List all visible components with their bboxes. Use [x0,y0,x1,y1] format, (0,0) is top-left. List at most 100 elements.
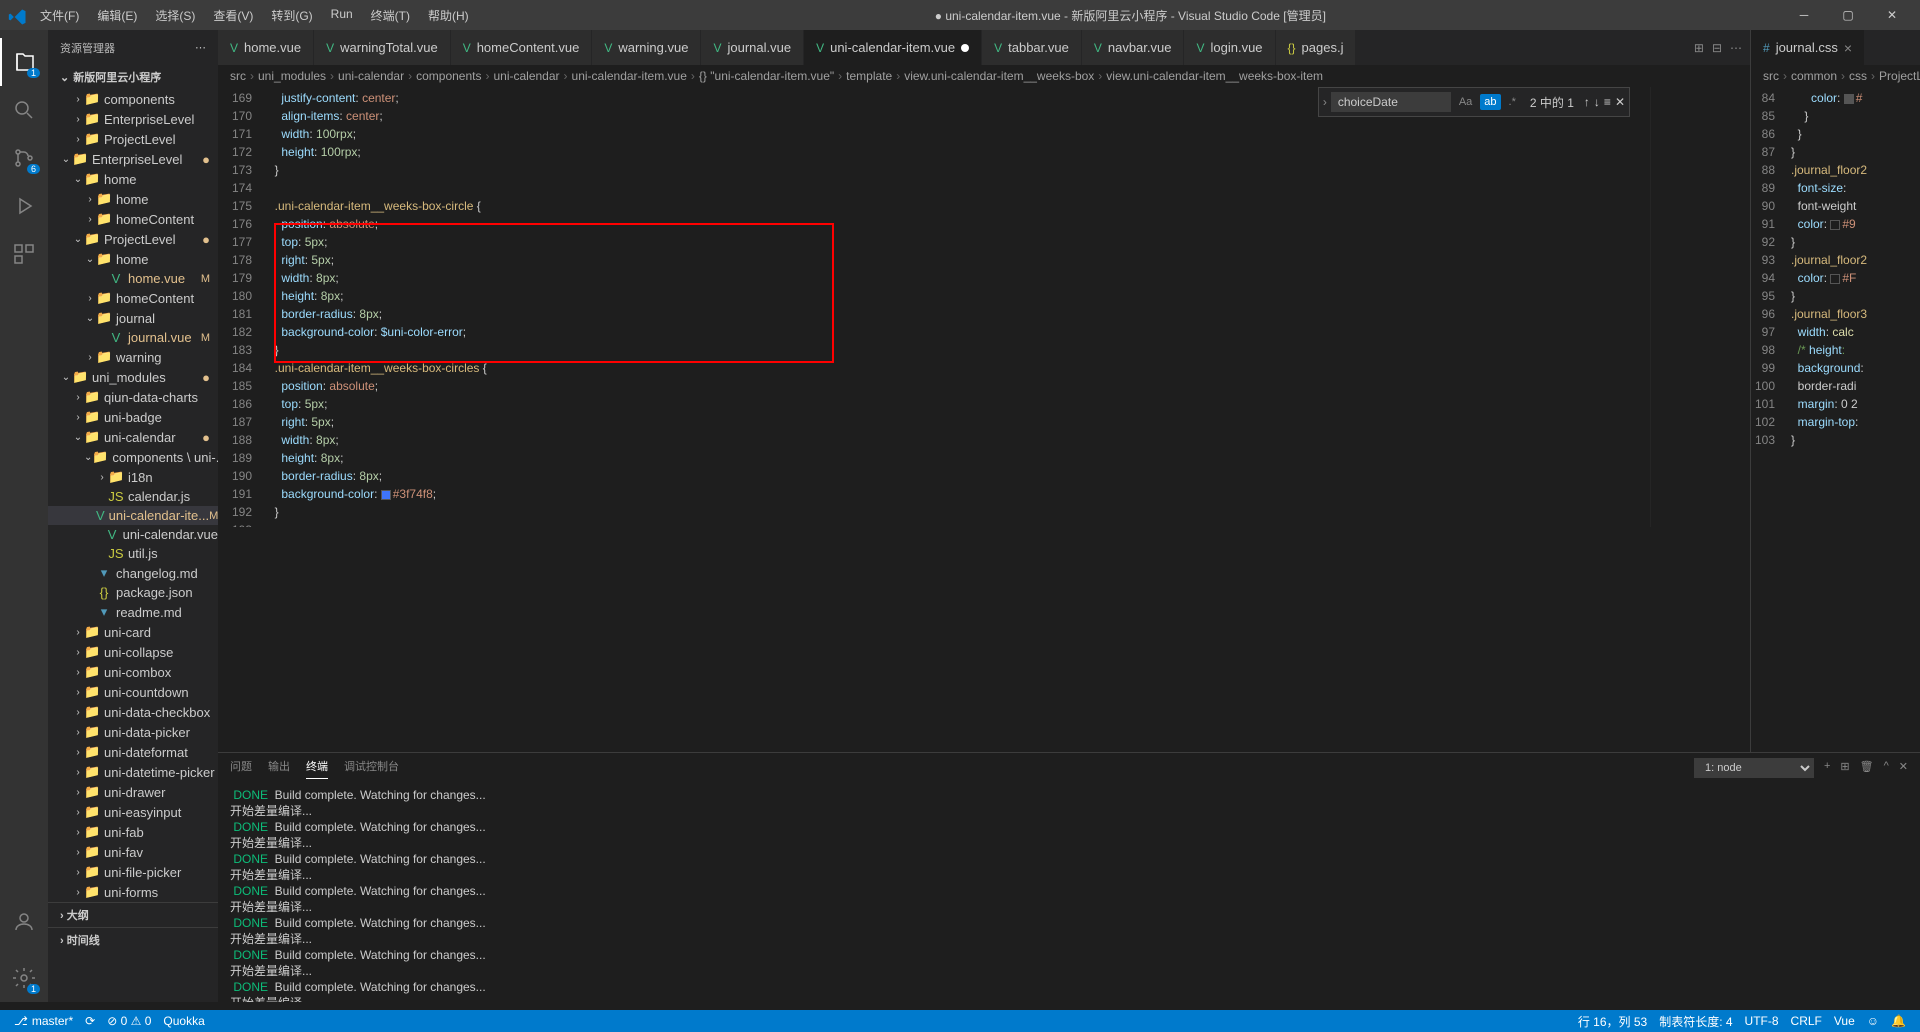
tree-folder[interactable]: ›📁uni-dateformat [48,742,218,762]
new-terminal-icon[interactable]: + [1824,760,1830,776]
tree-file[interactable]: {}package.json [48,583,218,602]
panel-tab-output[interactable]: 输出 [268,758,290,778]
tab[interactable]: #journal.css× [1751,30,1865,65]
tree-folder[interactable]: ›📁uni-card [48,622,218,642]
breadcrumb-item[interactable]: {} "uni-calendar-item.vue" [699,69,834,83]
tree-folder[interactable]: ›📁uni-countdown [48,682,218,702]
tree-folder[interactable]: ›📁ProjectLevel [48,129,218,149]
eol[interactable]: CRLF [1785,1013,1828,1030]
tree-folder[interactable]: ›📁uni-file-picker [48,862,218,882]
tree-folder[interactable]: ⌄📁EnterpriseLevel● [48,149,218,169]
tab[interactable]: Vuni-calendar-item.vue [804,30,982,65]
sync-status[interactable]: ⟳ [79,1014,101,1028]
tab[interactable]: Vhome.vue [218,30,314,65]
split-terminal-icon[interactable]: ⊞ [1840,760,1849,777]
find-expand-icon[interactable]: › [1323,95,1327,109]
tree-folder[interactable]: ›📁uni-combox [48,662,218,682]
tree-file[interactable]: ▾readme.md [48,602,218,622]
tab[interactable]: Vnavbar.vue [1082,30,1185,65]
breadcrumb-item[interactable]: view.uni-calendar-item__weeks-box [904,69,1094,83]
panel-tab-terminal[interactable]: 终端 [306,758,328,779]
tree-folder[interactable]: ›📁uni-drawer [48,782,218,802]
tree-file[interactable]: Vhome.vueM [48,269,218,288]
breadcrumb-item[interactable]: view.uni-calendar-item__weeks-box-item [1106,69,1323,83]
tab[interactable]: Vtabbar.vue [982,30,1082,65]
feedback-icon[interactable]: ☺ [1861,1013,1885,1030]
tree-folder[interactable]: ›📁components [48,89,218,109]
next-match-icon[interactable]: ↓ [1594,95,1600,109]
close-button[interactable]: ✕ [1872,8,1912,22]
maximize-panel-icon[interactable]: ^ [1884,760,1889,776]
tab[interactable]: Vwarning.vue [592,30,701,65]
extensions-icon[interactable] [0,230,48,278]
tree-folder[interactable]: ›📁uni-collapse [48,642,218,662]
tree-folder[interactable]: ›📁uni-badge [48,407,218,427]
compare-icon[interactable]: ⊞ [1694,41,1704,55]
tree-folder[interactable]: ⌄📁uni-calendar● [48,427,218,447]
tree-folder[interactable]: ›📁EnterpriseLevel [48,109,218,129]
tab[interactable]: Vlogin.vue [1184,30,1275,65]
tree-file[interactable]: Vuni-calendar-ite...M [48,506,218,525]
tree-folder[interactable]: ⌄📁uni_modules● [48,367,218,387]
breadcrumb-item[interactable]: components [416,69,481,83]
tree-folder[interactable]: ›📁home [48,189,218,209]
menu-item[interactable]: 文件(F) [32,3,87,28]
find-input[interactable] [1331,92,1451,112]
regex-button[interactable]: .* [1505,94,1520,110]
tree-file[interactable]: JSutil.js [48,544,218,563]
menu-item[interactable]: 转到(G) [263,3,320,28]
close-panel-icon[interactable]: ✕ [1899,760,1908,777]
split-icon[interactable]: ⊟ [1712,41,1722,55]
tree-folder[interactable]: ›📁uni-fav [48,842,218,862]
tree-folder[interactable]: ⌄📁home [48,169,218,189]
explorer-icon[interactable]: 1 [0,38,48,86]
minimap[interactable] [1650,87,1750,527]
terminal-content[interactable]: DONE Build complete. Watching for change… [218,783,1920,1002]
maximize-button[interactable]: ▢ [1828,8,1868,22]
tree-folder[interactable]: ›📁uni-forms [48,882,218,902]
menu-item[interactable]: 编辑(E) [89,3,145,28]
code-area-main[interactable]: › Aa ab .* 2 中的 1 ↑ ↓ ≡ ✕ 16917017117217… [218,87,1750,527]
menu-item[interactable]: 终端(T) [363,3,418,28]
source-control-icon[interactable]: 6 [0,134,48,182]
tree-folder[interactable]: ›📁homeContent [48,288,218,308]
tree-folder[interactable]: ›📁homeContent [48,209,218,229]
tree-folder[interactable]: ›📁uni-fab [48,822,218,842]
breadcrumb-item[interactable]: uni-calendar [338,69,404,83]
tree-folder[interactable]: ⌄📁ProjectLevel● [48,229,218,249]
find-close-icon[interactable]: ✕ [1615,95,1625,109]
tree-folder[interactable]: ⌄📁components \ uni-...● [48,447,218,467]
tree-folder[interactable]: ›📁uni-datetime-picker [48,762,218,782]
breadcrumb-item[interactable]: uni_modules [258,69,326,83]
tab[interactable]: {}pages.j [1276,30,1357,65]
find-selection-icon[interactable]: ≡ [1604,95,1611,109]
project-header[interactable]: ⌄ 新版阿里云小程序 [48,65,218,89]
menu-item[interactable]: 选择(S) [147,3,203,28]
menu-item[interactable]: 查看(V) [205,3,261,28]
more-icon[interactable]: ⋯ [1730,41,1742,55]
terminal-select[interactable]: 1: node [1694,758,1814,778]
breadcrumb-item[interactable]: ProjectLeve [1879,69,1920,83]
encoding[interactable]: UTF-8 [1739,1013,1785,1030]
tree-folder[interactable]: ›📁uni-data-checkbox [48,702,218,722]
outline-section[interactable]: › 大纲 [48,902,218,927]
timeline-section[interactable]: › 时间线 [48,927,218,952]
code[interactable]: justify-content: center; align-items: ce… [268,87,1650,527]
tree-folder[interactable]: ›📁uni-data-picker [48,722,218,742]
kill-terminal-icon[interactable]: 🗑 [1860,760,1874,777]
settings-icon[interactable]: 1 [0,954,48,1002]
account-icon[interactable] [0,898,48,946]
tree-folder[interactable]: ›📁qiun-data-charts [48,387,218,407]
breadcrumb-item[interactable]: common [1791,69,1837,83]
breadcrumb-item[interactable]: css [1849,69,1867,83]
tab[interactable]: VwarningTotal.vue [314,30,451,65]
menu-item[interactable]: 帮助(H) [420,3,477,28]
whole-word-button[interactable]: ab [1480,94,1500,110]
tree-folder[interactable]: ›📁warning [48,347,218,367]
tree-folder[interactable]: ⌄📁journal [48,308,218,328]
tree-file[interactable]: ▾changelog.md [48,563,218,583]
minimize-button[interactable]: ─ [1784,8,1824,22]
language-mode[interactable]: Vue [1828,1013,1861,1030]
tree-file[interactable]: Vuni-calendar.vue [48,525,218,544]
prev-match-icon[interactable]: ↑ [1584,95,1590,109]
